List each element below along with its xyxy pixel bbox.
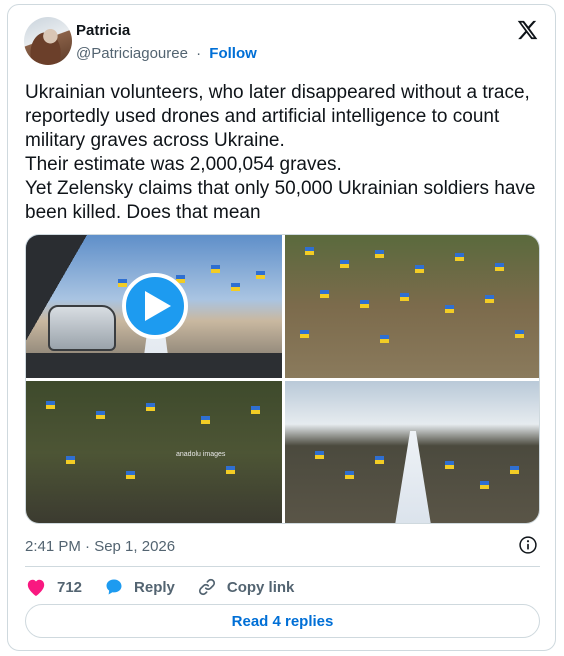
author-handle-row: @Patriciagouree · Follow	[76, 45, 257, 62]
speech-bubble-icon	[106, 579, 122, 595]
flag	[375, 456, 384, 464]
like-button[interactable]: 712	[25, 577, 82, 597]
flag	[415, 265, 424, 273]
flag	[455, 253, 464, 261]
media-grid: anadolu images	[25, 234, 540, 524]
flag	[510, 466, 519, 474]
flag	[445, 305, 454, 313]
tweet-text: Ukrainian volunteers, who later disappea…	[25, 81, 545, 225]
media-image-2[interactable]: anadolu images	[26, 381, 282, 523]
author-handle[interactable]: @Patriciagouree	[76, 45, 188, 62]
like-count: 712	[57, 578, 83, 596]
media-image-3[interactable]	[285, 381, 539, 523]
side-mirror	[48, 305, 116, 351]
tweet-timestamp[interactable]: 2:41 PM · Sep 1, 2026	[25, 538, 175, 555]
tweet-text-line: Yet Zelensky claims that only 50,000 Ukr…	[25, 178, 541, 223]
avatar[interactable]	[24, 17, 72, 65]
embedded-tweet-card: Patricia @Patriciagouree · Follow Ukrain…	[7, 4, 556, 651]
flag	[251, 406, 260, 414]
flag	[515, 330, 524, 338]
flag	[201, 416, 210, 424]
flag	[345, 471, 354, 479]
flag	[360, 300, 369, 308]
read-replies-button[interactable]: Read 4 replies	[25, 604, 540, 638]
flag	[226, 466, 235, 474]
flag	[300, 330, 309, 338]
flag	[126, 471, 135, 479]
flag	[375, 250, 384, 258]
tweet-text-line: Their estimate was 2,000,054 graves.	[25, 154, 342, 175]
divider	[25, 566, 540, 567]
copy-link-label: Copy link	[226, 578, 295, 596]
reply-label: Reply	[134, 578, 175, 596]
media-watermark: anadolu images	[176, 451, 226, 458]
flag	[340, 260, 349, 268]
car-dashboard	[26, 353, 282, 378]
flag	[445, 461, 454, 469]
flag	[400, 293, 409, 301]
separator-dot: ·	[196, 45, 202, 62]
heart-icon	[27, 579, 45, 597]
author-display-name[interactable]: Patricia	[76, 22, 130, 39]
flag	[96, 411, 105, 419]
flag	[320, 290, 329, 298]
link-icon	[198, 578, 215, 596]
flag	[495, 263, 504, 271]
flag	[485, 295, 494, 303]
action-bar: 712 Reply Copy link	[25, 575, 316, 599]
flag	[305, 247, 314, 255]
flag	[146, 403, 155, 411]
reply-button[interactable]: Reply	[104, 577, 175, 597]
x-logo-icon[interactable]	[516, 19, 538, 41]
copy-link-button[interactable]: Copy link	[197, 577, 295, 597]
media-video-thumbnail[interactable]	[26, 235, 282, 378]
play-button[interactable]	[122, 273, 188, 339]
flag	[315, 451, 324, 459]
media-image-1[interactable]	[285, 235, 539, 378]
follow-link[interactable]: Follow	[209, 45, 257, 62]
snowy-path	[395, 431, 431, 523]
flag	[480, 481, 489, 489]
flag	[66, 456, 75, 464]
info-icon[interactable]	[518, 535, 538, 555]
flag	[380, 335, 389, 343]
play-icon	[144, 291, 171, 321]
tweet-text-line: Ukrainian volunteers, who later disappea…	[25, 82, 536, 151]
flag	[46, 401, 55, 409]
